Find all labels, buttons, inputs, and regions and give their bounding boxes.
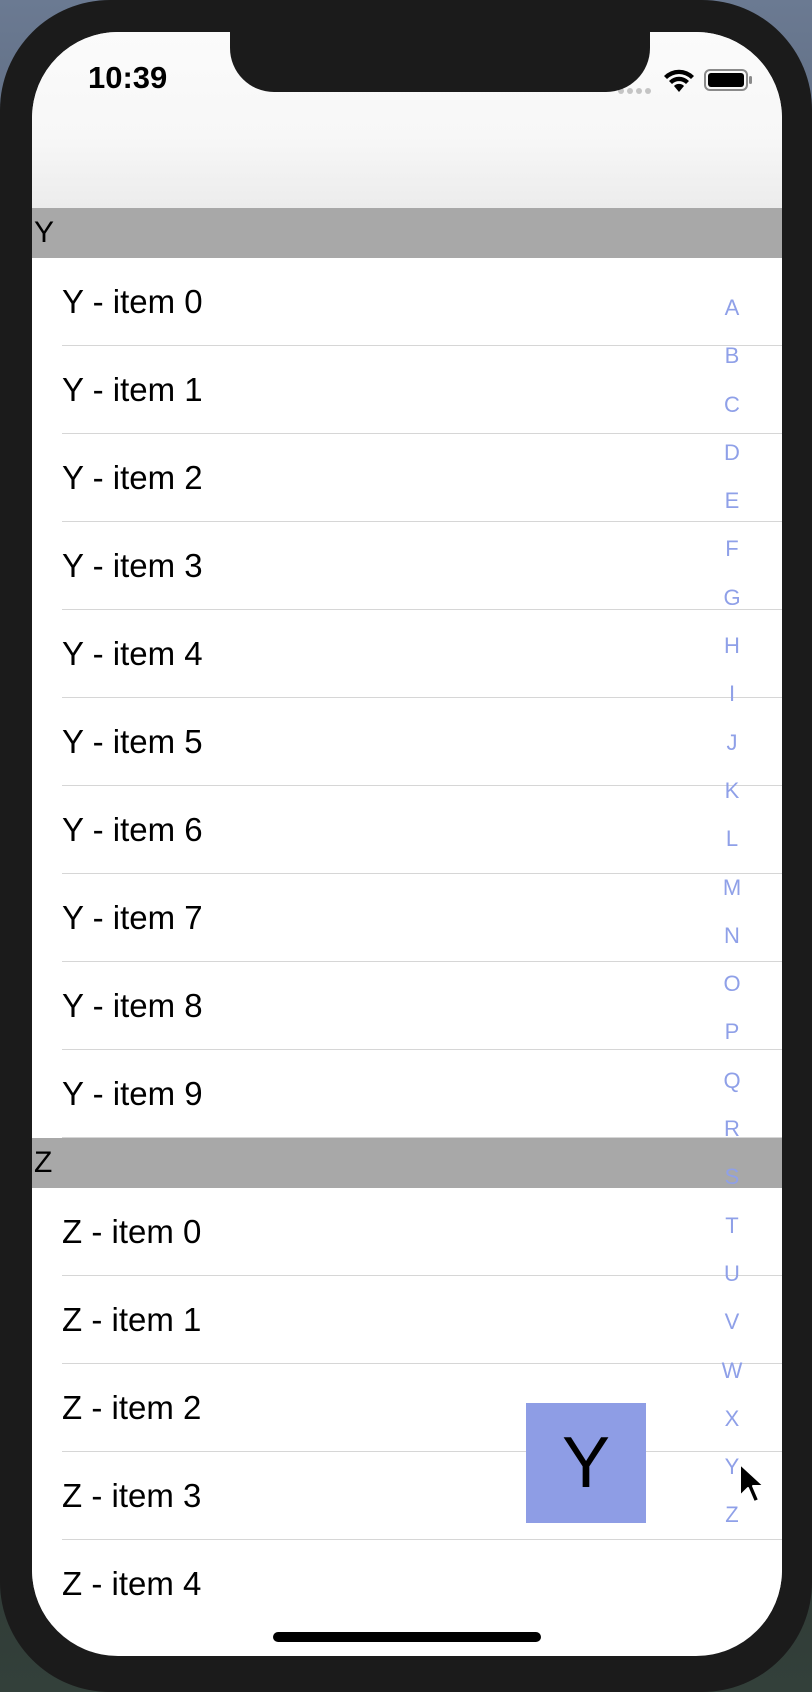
list-item[interactable]: Z - item 0 xyxy=(32,1188,782,1276)
list-item[interactable]: Z - item 4 xyxy=(32,1540,782,1622)
list-item[interactable]: Y - item 6 xyxy=(32,786,782,874)
list-item-label: Z - item 0 xyxy=(62,1213,202,1250)
section-index-letter[interactable]: K xyxy=(712,767,752,815)
section-index-letter[interactable]: I xyxy=(712,670,752,718)
list-item[interactable]: Y - item 3 xyxy=(32,522,782,610)
list-item-label: Z - item 1 xyxy=(62,1301,202,1338)
device-notch xyxy=(230,32,650,92)
battery-icon xyxy=(704,69,752,91)
section-index-letter[interactable]: F xyxy=(712,525,752,573)
list-item-label: Y - item 3 xyxy=(62,547,203,584)
list-item-label: Y - item 5 xyxy=(62,723,203,760)
list-item-label: Z - item 4 xyxy=(62,1565,202,1602)
section-index-letter[interactable]: O xyxy=(712,960,752,1008)
section-index-letter[interactable]: U xyxy=(712,1250,752,1298)
index-indicator-overlay: Y xyxy=(526,1403,646,1523)
section-index-letter[interactable]: L xyxy=(712,815,752,863)
section-index-letter[interactable]: X xyxy=(712,1395,752,1443)
section-index-letter[interactable]: S xyxy=(712,1153,752,1201)
section-index-letter[interactable]: R xyxy=(712,1105,752,1153)
section-index-letter[interactable]: T xyxy=(712,1202,752,1250)
list-item-label: Z - item 2 xyxy=(62,1389,202,1426)
section-index-letter[interactable]: H xyxy=(712,622,752,670)
section-index-letter[interactable]: V xyxy=(712,1298,752,1346)
list-item-label: Y - item 7 xyxy=(62,899,203,936)
list-item[interactable]: Y - item 7 xyxy=(32,874,782,962)
list-item[interactable]: Y - item 5 xyxy=(32,698,782,786)
section-index-letter[interactable]: C xyxy=(712,381,752,429)
list-item[interactable]: Y - item 2 xyxy=(32,434,782,522)
row-separator xyxy=(62,1137,782,1138)
section-index-letter[interactable]: E xyxy=(712,477,752,525)
section-index-letter[interactable]: M xyxy=(712,864,752,912)
section-index-letter[interactable]: Q xyxy=(712,1057,752,1105)
wifi-icon xyxy=(664,69,694,92)
list-item[interactable]: Y - item 8 xyxy=(32,962,782,1050)
list-item[interactable]: Y - item 1 xyxy=(32,346,782,434)
section-header: Z xyxy=(32,1138,782,1188)
section-index-letter[interactable]: P xyxy=(712,1008,752,1056)
section-index-letter[interactable]: N xyxy=(712,912,752,960)
list-item-label: Y - item 1 xyxy=(62,371,203,408)
list-item-label: Y - item 2 xyxy=(62,459,203,496)
section-index-letter[interactable]: B xyxy=(712,332,752,380)
section-header: Y xyxy=(32,208,782,258)
section-index-letter[interactable]: A xyxy=(712,284,752,332)
list-item[interactable]: Y - item 9 xyxy=(32,1050,782,1138)
section-index-letter[interactable]: G xyxy=(712,574,752,622)
list-item-label: Y - item 6 xyxy=(62,811,203,848)
list-item-label: Z - item 3 xyxy=(62,1477,202,1514)
phone-screen: 10:39 Y Y - item 0 Y - item 1 Y - item 2 Y -… xyxy=(32,32,782,1656)
section-index-letter[interactable]: W xyxy=(712,1347,752,1395)
indexed-list[interactable]: Y Y - item 0 Y - item 1 Y - item 2 Y - item … xyxy=(32,208,782,1622)
list-item[interactable]: Z - item 3 xyxy=(32,1452,782,1540)
list-item[interactable]: Y - item 4 xyxy=(32,610,782,698)
index-indicator-letter: Y xyxy=(561,1423,611,1503)
section-index-bar[interactable]: ABCDEFGHIJKLMNOPQRSTUVWXYZ xyxy=(712,284,752,1540)
list-item-label: Y - item 0 xyxy=(62,283,203,320)
list-item-label: Y - item 8 xyxy=(62,987,203,1024)
list-item[interactable]: Z - item 1 xyxy=(32,1276,782,1364)
list-item-label: Y - item 9 xyxy=(62,1075,203,1112)
status-time: 10:39 xyxy=(88,60,168,95)
list-item[interactable]: Z - item 2 xyxy=(32,1364,782,1452)
mouse-pointer-icon xyxy=(739,1463,765,1503)
section-index-letter[interactable]: J xyxy=(712,719,752,767)
home-indicator[interactable] xyxy=(273,1632,541,1642)
list-item-label: Y - item 4 xyxy=(62,635,203,672)
section-index-letter[interactable]: D xyxy=(712,429,752,477)
list-item[interactable]: Y - item 0 xyxy=(32,258,782,346)
